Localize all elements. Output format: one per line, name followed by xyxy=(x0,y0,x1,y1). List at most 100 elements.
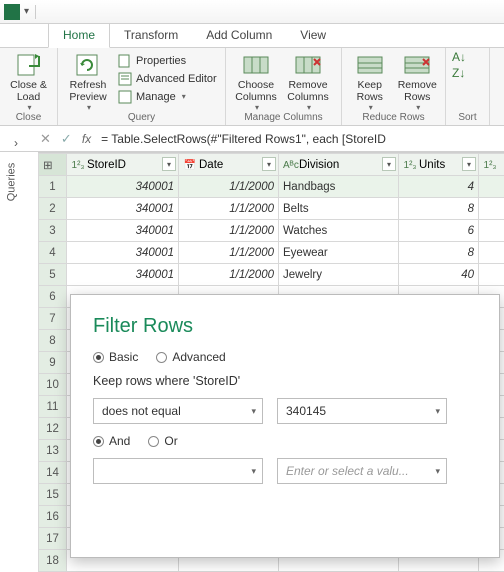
table-row[interactable]: 5 340001 1/1/2000 Jewelry 40 xyxy=(39,264,504,286)
or-radio[interactable]: Or xyxy=(148,434,177,448)
row-number[interactable]: 4 xyxy=(39,242,67,264)
rownum-header[interactable]: ⊞ xyxy=(39,154,67,176)
qat-dropdown-icon[interactable]: ▾ xyxy=(24,6,29,17)
row-number[interactable]: 1 xyxy=(39,176,67,198)
value-combo-2[interactable]: Enter or select a valu...▾ xyxy=(277,458,447,484)
basic-radio[interactable]: Basic xyxy=(93,350,138,364)
sort-asc-button[interactable]: A↓ xyxy=(452,50,466,64)
col-header-division[interactable]: AᴮcDivision ▾ xyxy=(279,154,399,176)
row-number[interactable]: 18 xyxy=(39,550,67,572)
cell-next[interactable] xyxy=(479,264,504,286)
manage-button[interactable]: Manage ▾ xyxy=(116,88,219,105)
tab-view[interactable]: View xyxy=(286,24,340,47)
sort-desc-button[interactable]: Z↓ xyxy=(452,66,465,80)
group-label-reduce-rows: Reduce Rows xyxy=(348,112,439,125)
row-number[interactable]: 16 xyxy=(39,506,67,528)
cell-storeid[interactable]: 340001 xyxy=(67,176,179,198)
tab-transform[interactable]: Transform xyxy=(110,24,192,47)
cell-date[interactable]: 1/1/2000 xyxy=(179,242,279,264)
cell-storeid[interactable]: 340001 xyxy=(67,242,179,264)
filter-icon[interactable]: ▾ xyxy=(162,157,176,171)
tab-home[interactable]: Home xyxy=(48,23,110,48)
advanced-editor-icon xyxy=(118,72,132,86)
row-number[interactable]: 15 xyxy=(39,484,67,506)
row-number[interactable]: 2 xyxy=(39,198,67,220)
cell-date[interactable]: 1/1/2000 xyxy=(179,220,279,242)
choose-columns-label: Choose Columns xyxy=(235,80,276,103)
col-header-storeid[interactable]: 1²₃StoreID ▾ xyxy=(67,154,179,176)
table-row[interactable]: 4 340001 1/1/2000 Eyewear 8 xyxy=(39,242,504,264)
cell-division[interactable]: Handbags xyxy=(279,176,399,198)
col-label: Units xyxy=(419,159,445,171)
advanced-radio[interactable]: Advanced xyxy=(156,350,225,364)
choose-columns-button[interactable]: Choose Columns ▾ xyxy=(232,50,280,112)
formula-accept-button[interactable]: ✓ xyxy=(61,131,72,147)
refresh-preview-button[interactable]: Refresh Preview ▾ xyxy=(64,50,112,112)
col-header-date[interactable]: 📅Date ▾ xyxy=(179,154,279,176)
filter-icon[interactable]: ▾ xyxy=(382,157,396,171)
cell-division[interactable]: Watches xyxy=(279,220,399,242)
row-number[interactable]: 17 xyxy=(39,528,67,550)
row-number[interactable]: 13 xyxy=(39,440,67,462)
cell-units[interactable]: 8 xyxy=(399,242,479,264)
row-number[interactable]: 10 xyxy=(39,374,67,396)
operator-combo-2[interactable]: ▾ xyxy=(93,458,263,484)
cell-storeid[interactable]: 340001 xyxy=(67,264,179,286)
cell-date[interactable]: 1/1/2000 xyxy=(179,198,279,220)
and-radio[interactable]: And xyxy=(93,434,130,448)
tab-add-column[interactable]: Add Column xyxy=(192,24,286,47)
row-number[interactable]: 3 xyxy=(39,220,67,242)
expand-queries-button[interactable]: › xyxy=(14,136,18,150)
cell-date[interactable]: 1/1/2000 xyxy=(179,264,279,286)
remove-columns-button[interactable]: Remove Columns ▾ xyxy=(284,50,332,112)
row-number[interactable]: 7 xyxy=(39,308,67,330)
table-row[interactable]: 3 340001 1/1/2000 Watches 6 xyxy=(39,220,504,242)
cell-units[interactable]: 4 xyxy=(399,176,479,198)
row-number[interactable]: 6 xyxy=(39,286,67,308)
row-number[interactable]: 12 xyxy=(39,418,67,440)
cell-units[interactable]: 6 xyxy=(399,220,479,242)
remove-rows-label: Remove Rows xyxy=(398,80,437,103)
operator-combo-1[interactable]: does not equal▾ xyxy=(93,398,263,424)
cell-storeid[interactable]: 340001 xyxy=(67,220,179,242)
row-number[interactable]: 11 xyxy=(39,396,67,418)
advanced-editor-button[interactable]: Advanced Editor xyxy=(116,70,219,87)
keep-rows-button[interactable]: Keep Rows ▾ xyxy=(348,50,392,112)
filter-icon[interactable]: ▾ xyxy=(262,157,276,171)
cell-division[interactable]: Eyewear xyxy=(279,242,399,264)
text-type-icon: Aᴮc xyxy=(283,160,297,171)
filter-icon[interactable]: ▾ xyxy=(462,157,476,171)
fx-icon[interactable]: fx xyxy=(82,132,91,146)
group-sort: A↓ Z↓ Sort xyxy=(446,48,490,125)
row-number[interactable]: 8 xyxy=(39,330,67,352)
cell-storeid[interactable]: 340001 xyxy=(67,198,179,220)
cell-units[interactable]: 40 xyxy=(399,264,479,286)
formula-cancel-button[interactable]: ✕ xyxy=(40,131,51,147)
radio-label: Basic xyxy=(109,350,138,364)
row-number[interactable]: 14 xyxy=(39,462,67,484)
queries-pane-tab[interactable]: Queries xyxy=(0,152,22,212)
dialog-title: Filter Rows xyxy=(93,315,477,338)
cell-division[interactable]: Jewelry xyxy=(279,264,399,286)
cell-next[interactable] xyxy=(479,242,504,264)
formula-text[interactable]: = Table.SelectRows(#"Filtered Rows1", ea… xyxy=(101,132,504,146)
radio-label: Advanced xyxy=(172,350,225,364)
cell-next[interactable] xyxy=(479,198,504,220)
row-number[interactable]: 5 xyxy=(39,264,67,286)
radio-icon xyxy=(93,352,104,363)
cell-next[interactable] xyxy=(479,176,504,198)
cell-date[interactable]: 1/1/2000 xyxy=(179,176,279,198)
cell-units[interactable]: 8 xyxy=(399,198,479,220)
close-and-load-button[interactable]: Close & Load ▾ xyxy=(6,50,51,112)
value-combo-1[interactable]: 340145▾ xyxy=(277,398,447,424)
col-header-units[interactable]: 1²₃Units ▾ xyxy=(399,154,479,176)
row-number[interactable]: 9 xyxy=(39,352,67,374)
properties-button[interactable]: Properties xyxy=(116,52,219,69)
cell-next[interactable] xyxy=(479,220,504,242)
col-header-next[interactable]: 1²₃ xyxy=(479,154,504,176)
remove-rows-button[interactable]: Remove Rows ▾ xyxy=(396,50,440,112)
chevron-down-icon: ▾ xyxy=(369,103,373,112)
cell-division[interactable]: Belts xyxy=(279,198,399,220)
table-row[interactable]: 1 340001 1/1/2000 Handbags 4 xyxy=(39,176,504,198)
table-row[interactable]: 2 340001 1/1/2000 Belts 8 xyxy=(39,198,504,220)
